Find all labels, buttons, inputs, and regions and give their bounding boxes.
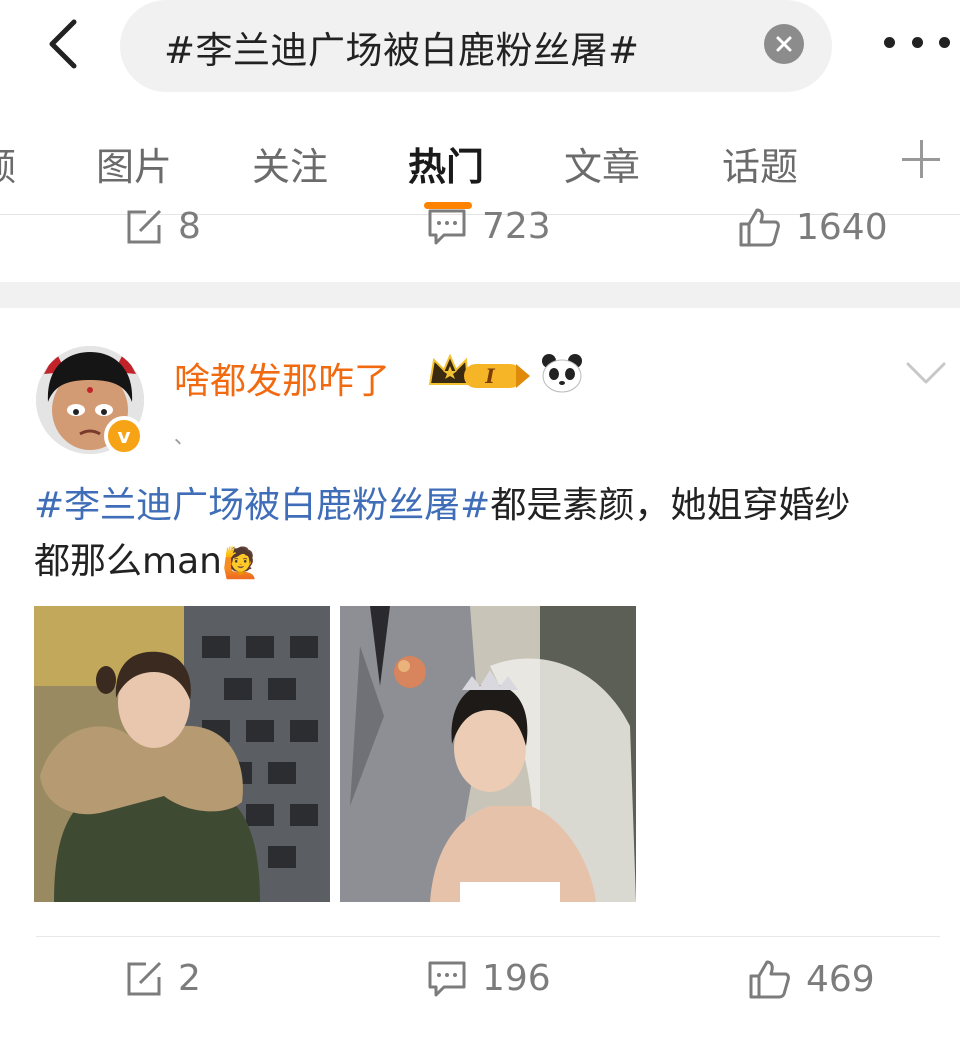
back-arrow-icon (49, 19, 77, 69)
panda-icon (540, 352, 584, 394)
post-body-1: 都是素颜，她姐穿婚纱 (490, 485, 851, 526)
top-bar: #李兰迪广场被白鹿粉丝屠# (0, 0, 960, 100)
repost-count: 8 (178, 206, 201, 247)
post-meta: 、 (174, 424, 194, 448)
post-image-1[interactable] (34, 606, 330, 902)
comment-count: 196 (482, 958, 551, 999)
tab-articles[interactable]: 文章 (564, 136, 640, 191)
tab-hot[interactable]: 热门 (408, 136, 484, 191)
comment-icon (428, 209, 466, 244)
repost-icon (127, 209, 162, 243)
comment-count: 723 (482, 206, 551, 247)
back-button[interactable] (36, 16, 92, 72)
repost-icon (127, 961, 162, 995)
like-button[interactable]: 469 (748, 958, 875, 1000)
repost-button[interactable]: 8 (124, 206, 201, 247)
add-tab-icon[interactable] (900, 138, 944, 182)
post-body-2: 都那么man (34, 541, 222, 582)
chevron-down-icon[interactable] (904, 356, 948, 390)
like-icon (749, 960, 790, 999)
repost-button[interactable]: 2 (124, 958, 201, 999)
feed-separator (0, 282, 960, 308)
more-icon[interactable] (884, 20, 950, 64)
post-action-bar: 2 196 469 (0, 958, 960, 1018)
crown-icon[interactable]: I (428, 353, 532, 394)
tab-video[interactable]: 频 (0, 136, 16, 191)
search-query[interactable]: #李兰迪广场被白鹿粉丝屠# (164, 20, 640, 74)
clear-search-button[interactable] (764, 24, 804, 64)
level-label: I (484, 364, 495, 388)
tab-images[interactable]: 图片 (96, 136, 172, 191)
tab-bar: 频 图片 关注 热门 文章 话题 (0, 118, 960, 214)
like-icon (739, 208, 780, 247)
like-count: 1640 (796, 206, 888, 248)
username[interactable]: 啥都发那咋了 (174, 352, 390, 404)
post-image-2[interactable] (340, 606, 636, 902)
like-count: 469 (806, 958, 875, 1000)
comment-icon (428, 961, 466, 996)
prev-post-action-bar: 8 723 1640 (0, 206, 960, 266)
repost-count: 2 (178, 958, 201, 999)
verified-badge: v (104, 416, 144, 456)
emoji-icon: 🙋 (221, 546, 260, 581)
search-field[interactable]: #李兰迪广场被白鹿粉丝屠# (120, 0, 832, 92)
comment-button[interactable]: 723 (426, 206, 551, 247)
tab-following[interactable]: 关注 (252, 136, 328, 191)
like-button[interactable]: 1640 (738, 206, 888, 248)
post-text: #李兰迪广场被白鹿粉丝屠#都是素颜，她姐穿婚纱 都那么man🙋 (34, 478, 940, 592)
topic-link[interactable]: #李兰迪广场被白鹿粉丝屠# (34, 485, 490, 526)
divider (36, 936, 940, 937)
comment-button[interactable]: 196 (426, 958, 551, 999)
tab-topics[interactable]: 话题 (722, 136, 798, 191)
clear-icon (776, 36, 792, 52)
